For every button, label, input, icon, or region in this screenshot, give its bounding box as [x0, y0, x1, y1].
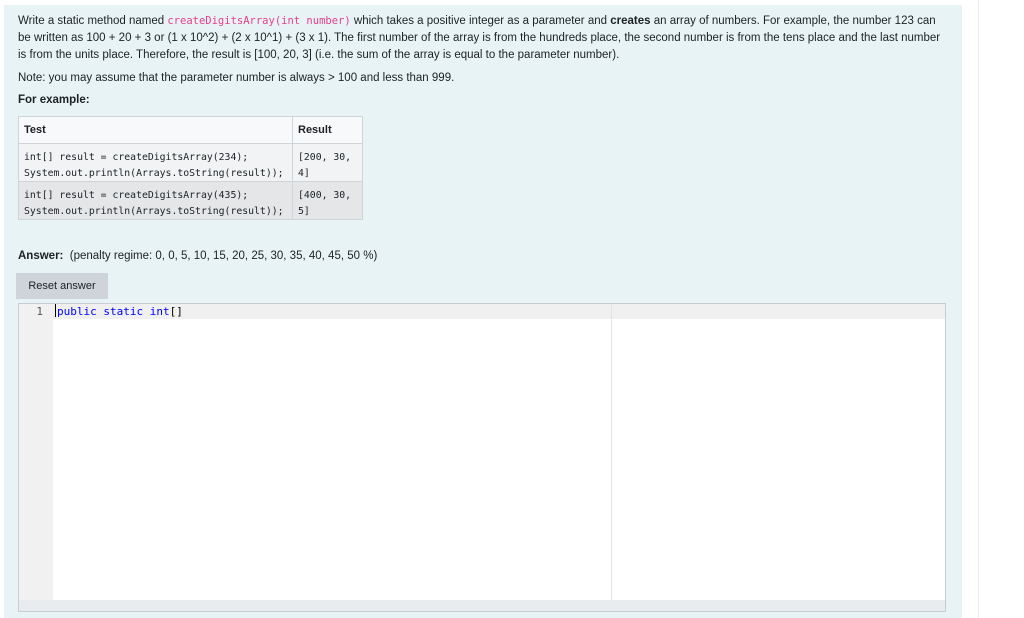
test-column-header: Test	[18, 116, 293, 144]
table-row: int[] result = createDigitsArray(435); S…	[18, 181, 363, 220]
question-note: Note: you may assume that the parameter …	[18, 72, 455, 84]
intro-bold-text: creates	[610, 15, 651, 27]
test-code-line: int[] result = createDigitsArray(234);	[24, 152, 249, 163]
editor-gutter: 1	[19, 304, 53, 611]
test-cell: int[] result = createDigitsArray(234); S…	[18, 143, 293, 182]
method-signature: createDigitsArray(int number)	[167, 15, 351, 27]
question-description: Write a static method named createDigits…	[18, 13, 948, 64]
examples-table: Test Result int[] result = createDigitsA…	[18, 116, 363, 220]
answer-line: Answer: (penalty regime: 0, 0, 5, 10, 15…	[18, 250, 377, 262]
penalty-regime: (penalty regime: 0, 0, 5, 10, 15, 20, 25…	[69, 250, 378, 262]
line-number: 1	[36, 305, 43, 318]
active-line-highlight	[53, 304, 945, 319]
table-header-row: Test Result	[18, 116, 363, 144]
divider	[978, 0, 979, 618]
reset-answer-button[interactable]: Reset answer	[16, 273, 108, 299]
test-code-line: int[] result = createDigitsArray(435);	[24, 190, 249, 201]
code-rest: []	[169, 305, 183, 318]
answer-label: Answer:	[18, 250, 64, 262]
question-text: Write a static method named createDigits…	[18, 13, 948, 109]
test-cell: int[] result = createDigitsArray(435); S…	[18, 181, 293, 220]
intro-mid-text: which takes a positive integer as a para…	[350, 15, 611, 27]
test-code-line: System.out.println(Arrays.toString(resul…	[24, 205, 284, 217]
test-code-line: System.out.println(Arrays.toString(resul…	[24, 167, 284, 179]
result-column-header: Result	[292, 116, 363, 144]
editor-resize-bar[interactable]	[19, 600, 945, 611]
print-margin	[611, 304, 612, 611]
result-cell: [400, 30, 5]	[292, 181, 363, 220]
code-editor[interactable]: 1 public static int[]	[18, 303, 946, 612]
code-line[interactable]: public static int[]	[55, 304, 183, 319]
table-row: int[] result = createDigitsArray(234); S…	[18, 143, 363, 182]
intro-text: Write a static method named	[18, 15, 168, 27]
text-cursor	[55, 304, 56, 317]
result-cell: [200, 30, 4]	[292, 143, 363, 182]
for-example-heading: For example:	[18, 94, 90, 106]
code-keywords: public static int	[57, 305, 170, 318]
